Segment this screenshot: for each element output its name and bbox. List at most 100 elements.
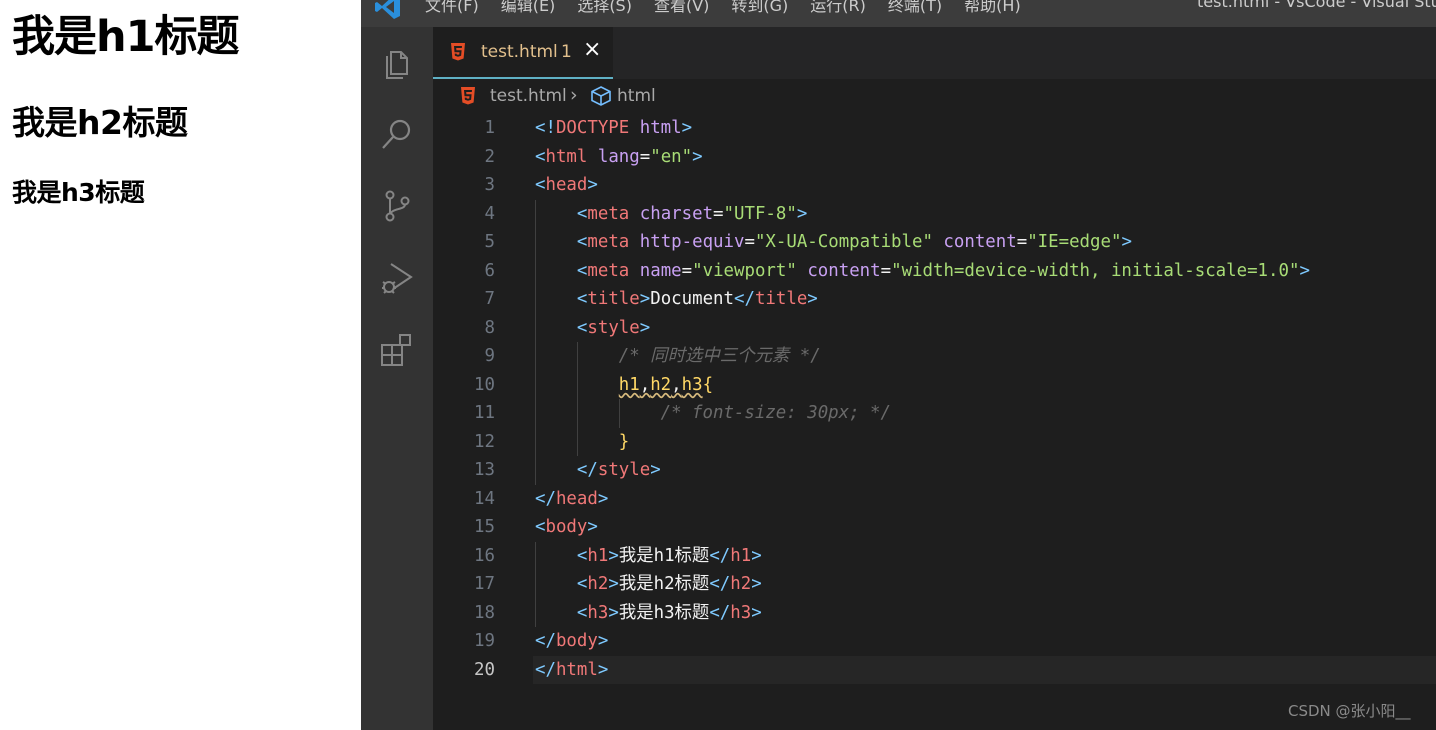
code-line[interactable]: 15 <body> [433, 513, 1436, 542]
code-line[interactable]: 10 h1,h2,h3{ [433, 371, 1436, 400]
breadcrumb-file[interactable]: test.html [490, 86, 567, 106]
line-number: 13 [474, 460, 495, 480]
code-line[interactable]: 5 <meta http-equiv="X-UA-Compatible" con… [433, 228, 1436, 257]
code-text: <!DOCTYPE html> [535, 118, 693, 138]
line-number: 4 [484, 203, 495, 224]
code-text: <h2>我是h2标题</h2> [576, 574, 762, 594]
code-text: </body> [535, 631, 609, 651]
problems-count-badge: 1 [561, 42, 572, 62]
vscode-window: 文件(F) 编辑(E) 选择(S) 查看(V) 转到(G) 运行(R) 终端(T… [361, 0, 1436, 730]
code-text: <body> [535, 517, 598, 537]
preview-heading-3: 我是h3标题 [12, 178, 145, 207]
line-number: 8 [484, 317, 495, 338]
preview-heading-1: 我是h1标题 [12, 12, 240, 62]
code-line[interactable]: 8 <style> [433, 314, 1436, 343]
code-line[interactable]: 3 <head> [433, 171, 1436, 200]
menu-selection[interactable]: 选择(S) [577, 0, 632, 16]
indent-guide [576, 342, 578, 456]
code-text: <html lang="en"> [535, 146, 703, 167]
line-number: 16 [474, 545, 495, 566]
current-line-highlight [533, 655, 1436, 684]
code-line[interactable]: 16 <h1>我是h1标题</h1> [433, 542, 1436, 571]
tab-label: test.html [481, 42, 558, 62]
line-number: 10 [474, 374, 495, 395]
tab-close-icon[interactable]: × [583, 39, 601, 61]
code-line[interactable]: 7 <title>Document</title> [433, 285, 1436, 314]
line-number: 12 [474, 431, 495, 452]
code-text: </html> [535, 659, 609, 680]
breadcrumb: test.html › html [433, 79, 1436, 113]
menu-run[interactable]: 运行(R) [810, 0, 866, 16]
explorer-icon[interactable] [379, 44, 415, 80]
html5-file-icon [450, 43, 466, 65]
line-number: 19 [474, 631, 495, 651]
editor-area: test.html 1 × test.html › html 1 <!DOCTY… [433, 27, 1436, 730]
menu-file[interactable]: 文件(F) [425, 0, 479, 16]
line-number: 1 [484, 118, 495, 138]
code-text: <head> [535, 175, 598, 195]
code-line[interactable]: 18 <h3>我是h3标题</h3> [433, 599, 1436, 628]
code-line[interactable]: 11 /* font-size: 30px; */ [433, 399, 1436, 428]
symbol-element-icon [590, 86, 612, 110]
code-text: /* font-size: 30px; */ [660, 403, 891, 423]
line-number: 2 [484, 146, 495, 167]
code-line[interactable]: 19 </body> [433, 627, 1436, 656]
code-text: <meta charset="UTF-8"> [576, 203, 808, 224]
menu-terminal[interactable]: 终端(T) [888, 0, 942, 16]
code-line[interactable]: 2 <html lang="en"> [433, 143, 1436, 172]
line-number: 9 [484, 346, 495, 366]
code-text: </style> [576, 460, 661, 480]
code-text: <meta http-equiv="X-UA-Compatible" conte… [576, 232, 1132, 252]
vscode-logo-icon [375, 0, 401, 20]
indent-guide [618, 399, 620, 428]
code-line[interactable]: 13 </style> [433, 456, 1436, 485]
code-line[interactable]: 17 <h2>我是h2标题</h2> [433, 570, 1436, 599]
code-text: <h1>我是h1标题</h1> [576, 545, 762, 566]
menu-view[interactable]: 查看(V) [654, 0, 709, 16]
breadcrumb-separator: › [570, 84, 578, 106]
tab-test-html[interactable]: test.html 1 × [433, 27, 613, 79]
menu-go[interactable]: 转到(G) [731, 0, 788, 16]
menu-help[interactable]: 帮助(H) [964, 0, 1021, 16]
code-text: <style> [576, 317, 651, 338]
source-control-icon[interactable] [379, 188, 415, 224]
extensions-icon[interactable] [379, 332, 415, 368]
line-number: 20 [474, 659, 495, 680]
activity-bar [361, 27, 433, 730]
breadcrumb-element[interactable]: html [617, 86, 656, 106]
menu-bar: 文件(F) 编辑(E) 选择(S) 查看(V) 转到(G) 运行(R) 终端(T… [425, 0, 1043, 16]
watermark: CSDN @张小阳__ [1288, 702, 1411, 720]
line-number: 17 [474, 574, 495, 594]
code-text: <h3>我是h3标题</h3> [576, 602, 762, 623]
code-text: } [618, 431, 630, 452]
title-bar: 文件(F) 编辑(E) 选择(S) 查看(V) 转到(G) 运行(R) 终端(T… [361, 0, 1436, 27]
code-line[interactable]: 12 } [433, 428, 1436, 457]
code-line[interactable]: 9 /* 同时选中三个元素 */ [433, 342, 1436, 371]
code-line[interactable]: 1 <!DOCTYPE html> [433, 114, 1436, 143]
code-text: </head> [535, 488, 609, 509]
indent-guide [535, 199, 536, 485]
menu-edit[interactable]: 编辑(E) [501, 0, 556, 16]
browser-preview: 我是h1标题 我是h2标题 我是h3标题 [0, 0, 361, 730]
window-title: test.html - VsCode - Visual Stu [1197, 0, 1436, 11]
line-number: 14 [474, 488, 495, 509]
run-debug-icon[interactable] [379, 260, 415, 296]
tab-bar: test.html 1 × [433, 27, 1436, 79]
line-number: 7 [484, 289, 495, 309]
code-line[interactable]: 20 </html> [433, 655, 1436, 684]
code-line[interactable]: 4 <meta charset="UTF-8"> [433, 200, 1436, 229]
line-number: 11 [474, 403, 495, 423]
code-text: h1,h2,h3{ [618, 374, 714, 395]
line-number: 18 [474, 602, 495, 623]
line-number: 5 [484, 232, 495, 252]
code-line[interactable]: 6 <meta name="viewport" content="width=d… [433, 257, 1436, 286]
search-icon[interactable] [379, 116, 415, 152]
line-number: 3 [484, 175, 495, 195]
code-line[interactable]: 14 </head> [433, 485, 1436, 514]
line-number: 6 [484, 260, 495, 281]
html5-file-icon [460, 87, 476, 109]
code-text: <meta name="viewport" content="width=dev… [576, 260, 1310, 281]
code-editor[interactable]: 1 <!DOCTYPE html> 2 <html lang="en"> 3 <head>… [433, 113, 1436, 730]
code-text: /* 同时选中三个元素 */ [618, 346, 821, 366]
preview-heading-2: 我是h2标题 [12, 103, 188, 142]
